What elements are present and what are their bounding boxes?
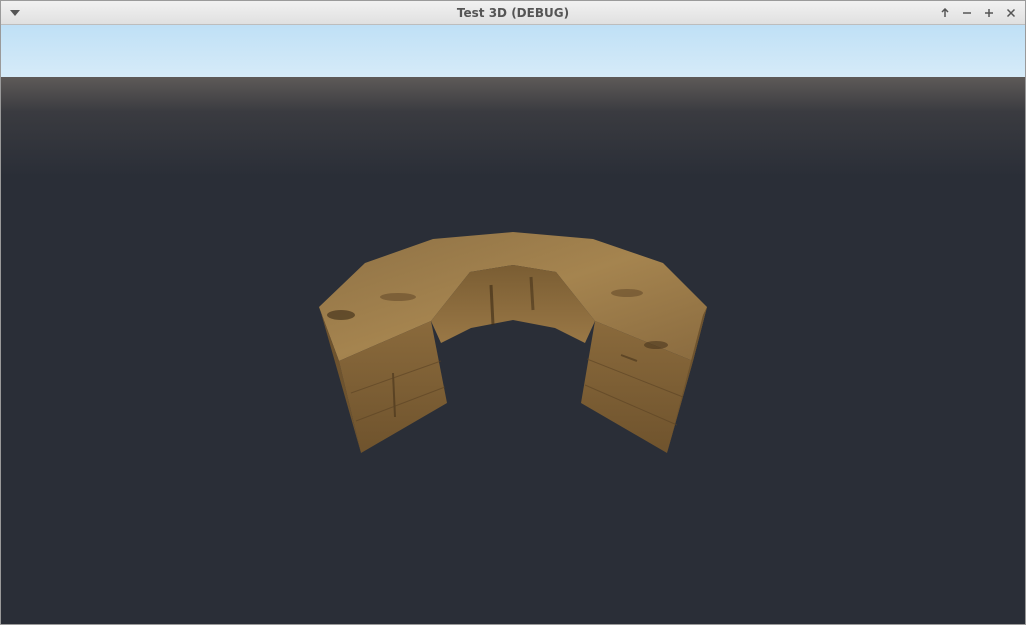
wood-knot (644, 341, 668, 349)
wood-knot (611, 289, 643, 297)
3d-viewport[interactable] (1, 25, 1025, 624)
minus-icon (963, 12, 971, 14)
wood-knot (327, 310, 355, 320)
maximize-button[interactable] (981, 5, 997, 21)
app-window: Test 3D (DEBUG) (0, 0, 1026, 625)
arrow-up-icon (941, 8, 949, 17)
window-title: Test 3D (DEBUG) (456, 6, 570, 20)
wooden-arch-model (319, 232, 707, 453)
wood-knot (380, 293, 416, 301)
wood-grain (489, 284, 495, 326)
window-controls (937, 1, 1019, 25)
wood-grain (529, 276, 535, 311)
keep-above-button[interactable] (937, 5, 953, 21)
plus-icon (985, 9, 993, 17)
title-bar[interactable]: Test 3D (DEBUG) (1, 1, 1025, 25)
minimize-button[interactable] (959, 5, 975, 21)
close-button[interactable] (1003, 5, 1019, 21)
close-icon (1006, 8, 1016, 18)
